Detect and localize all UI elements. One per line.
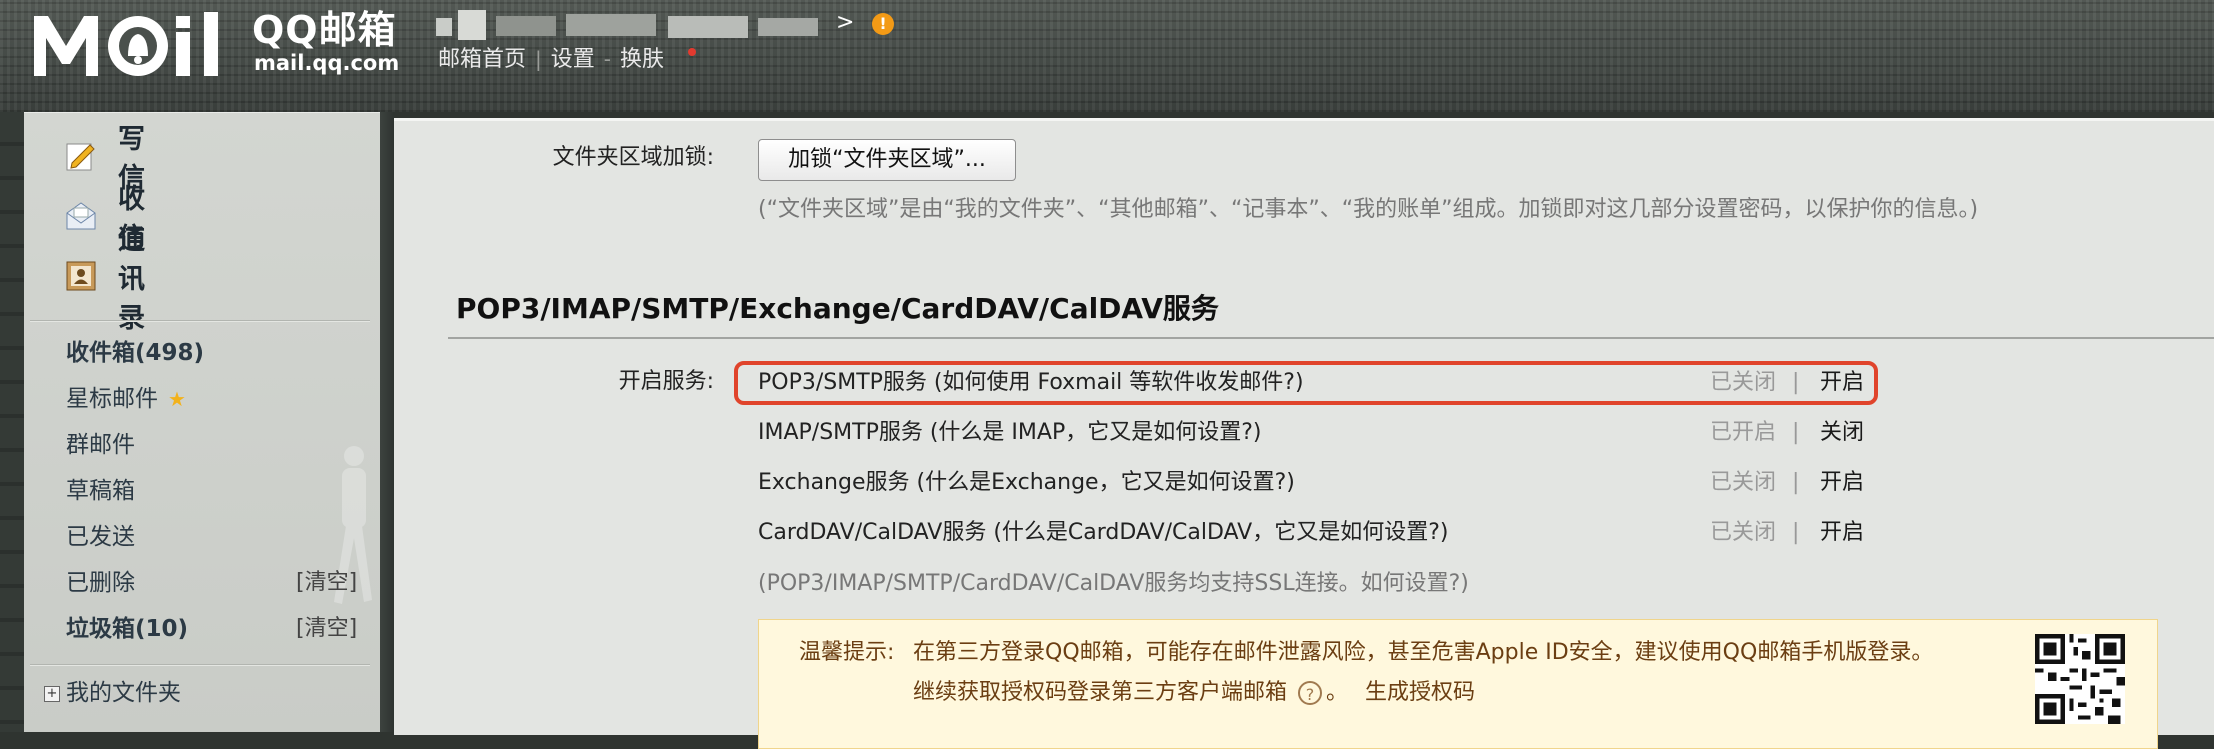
folder-starred[interactable]: 星标邮件 ★ bbox=[66, 384, 186, 414]
nav-skin[interactable]: 换肤 bbox=[620, 47, 664, 72]
folder-group[interactable]: 群邮件 bbox=[66, 430, 135, 460]
sidebar: 写信 收信 通讯录 收件箱(498) 星标邮件 ★ 群邮件 草稿箱 已发送 已删除… bbox=[24, 112, 380, 732]
ssl-note[interactable]: (POP3/IMAP/SMTP/CardDAV/CalDAV服务均支持SSL连接… bbox=[758, 569, 1469, 599]
service-label: 开启服务: bbox=[618, 369, 714, 394]
service-toggle-link[interactable]: 关闭 bbox=[1820, 415, 1864, 451]
tip-period: 。 bbox=[1326, 680, 1349, 705]
inbox-icon bbox=[64, 199, 98, 233]
tip-line-2-text: 继续获取授权码登录第三方客户端邮箱 bbox=[913, 680, 1288, 705]
service-name[interactable]: CardDAV/CalDAV服务 (什么是CardDAV/CalDAV，它又是如… bbox=[758, 520, 1449, 545]
brand-name: QQ邮箱 bbox=[252, 8, 397, 52]
expand-toggle-icon[interactable]: + bbox=[44, 686, 60, 702]
service-toggle-link[interactable]: 开启 bbox=[1820, 515, 1864, 551]
new-dot-badge bbox=[688, 48, 696, 56]
status-separator: | bbox=[1792, 470, 1800, 495]
top-header: QQ邮箱 mail.qq.com > ! 邮箱首页 | 设置 - 换肤 bbox=[0, 0, 2214, 112]
settings-content: 文件夹区域加锁: 加锁“文件夹区域”... (“文件夹区域”是由“我的文件夹”、… bbox=[394, 118, 2214, 749]
folder-deleted[interactable]: 已删除 bbox=[66, 568, 135, 598]
folder-inbox[interactable]: 收件箱(498) bbox=[66, 338, 204, 368]
tip-label: 温馨提示: bbox=[799, 640, 895, 665]
sidebar-backdrop bbox=[0, 112, 24, 732]
highlight-annotation bbox=[734, 361, 1878, 405]
section-divider bbox=[448, 337, 2214, 339]
help-icon[interactable]: ? bbox=[1298, 681, 1323, 705]
contacts-link[interactable]: 通讯录 bbox=[64, 225, 145, 334]
tip-box: 温馨提示: 在第三方登录QQ邮箱，可能存在邮件泄露风险，甚至危害Apple ID… bbox=[758, 619, 2158, 749]
qr-code-icon bbox=[2035, 634, 2125, 724]
compose-icon bbox=[64, 139, 98, 173]
folder-starred-label: 星标邮件 bbox=[66, 386, 158, 412]
service-row-imap: IMAP/SMTP服务 (什么是 IMAP，它又是如何设置?) 已开启 | 关闭 bbox=[758, 415, 1864, 451]
service-toggle-link[interactable]: 开启 bbox=[1820, 465, 1864, 501]
generate-code-link[interactable]: 生成授权码 bbox=[1365, 680, 1475, 705]
my-folders-link[interactable]: 我的文件夹 bbox=[66, 678, 181, 708]
lock-label: 文件夹区域加锁: bbox=[552, 145, 714, 170]
nav-separator: - bbox=[603, 47, 611, 71]
nav-separator: | bbox=[535, 47, 542, 71]
service-name[interactable]: IMAP/SMTP服务 (什么是 IMAP，它又是如何设置?) bbox=[758, 420, 1261, 445]
nav-settings[interactable]: 设置 bbox=[551, 47, 595, 72]
contacts-icon bbox=[64, 259, 98, 293]
tip-line-1: 在第三方登录QQ邮箱，可能存在邮件泄露风险，甚至危害Apple ID安全，建议使… bbox=[913, 640, 1934, 665]
sidebar-divider bbox=[30, 664, 370, 666]
service-name[interactable]: Exchange服务 (什么是Exchange，它又是如何设置?) bbox=[758, 470, 1295, 495]
account-address-blurred[interactable] bbox=[436, 8, 856, 42]
service-status: 已开启 bbox=[1710, 420, 1777, 445]
brand-domain: mail.qq.com bbox=[254, 51, 400, 75]
top-nav: 邮箱首页 | 设置 - 换肤 bbox=[438, 44, 664, 75]
section-title: POP3/IMAP/SMTP/Exchange/CardDAV/CalDAV服务 bbox=[456, 292, 1219, 325]
nav-mail-home[interactable]: 邮箱首页 bbox=[438, 47, 526, 72]
service-row-exchange: Exchange服务 (什么是Exchange，它又是如何设置?) 已关闭 | … bbox=[758, 465, 1864, 501]
moil-logo bbox=[34, 12, 218, 76]
service-row-carddav: CardDAV/CalDAV服务 (什么是CardDAV/CalDAV，它又是如… bbox=[758, 515, 1864, 551]
warning-icon[interactable]: ! bbox=[872, 13, 894, 35]
status-separator: | bbox=[1792, 520, 1800, 545]
folder-spam[interactable]: 垃圾箱(10) bbox=[66, 614, 188, 644]
service-status: 已关闭 bbox=[1710, 470, 1777, 495]
folder-sent[interactable]: 已发送 bbox=[66, 522, 135, 552]
account-arrow[interactable]: > bbox=[836, 10, 854, 35]
service-status: 已关闭 bbox=[1710, 520, 1777, 545]
star-icon: ★ bbox=[168, 387, 186, 411]
lock-note: (“文件夹区域”是由“我的文件夹”、“其他邮箱”、“记事本”、“我的账单”组成。… bbox=[758, 197, 1979, 222]
tip-line-2: 继续获取授权码登录第三方客户端邮箱 ?。 生成授权码 bbox=[913, 678, 1475, 708]
clear-deleted-link[interactable]: [清空] bbox=[296, 568, 357, 598]
sidebar-edge bbox=[380, 112, 394, 732]
status-separator: | bbox=[1792, 420, 1800, 445]
contacts-label: 通讯录 bbox=[118, 224, 145, 334]
lock-folder-button[interactable]: 加锁“文件夹区域”... bbox=[758, 139, 1016, 181]
sidebar-divider bbox=[30, 320, 370, 322]
clear-spam-link[interactable]: [清空] bbox=[296, 614, 357, 644]
compose-link[interactable]: 写信 bbox=[64, 124, 145, 194]
folder-drafts[interactable]: 草稿箱 bbox=[66, 476, 135, 506]
